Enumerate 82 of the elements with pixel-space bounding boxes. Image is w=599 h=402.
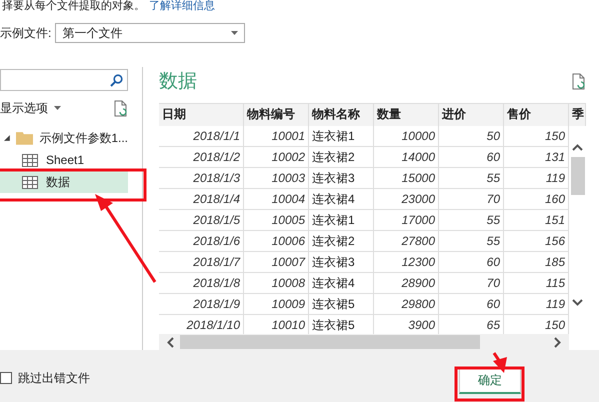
table-cell: 60 <box>439 294 504 314</box>
scroll-left-icon[interactable] <box>167 336 174 348</box>
table-cell: 连衣裙4 <box>309 189 374 209</box>
table-cell: 连衣裙2 <box>309 231 374 251</box>
table-cell: 10005 <box>244 210 309 230</box>
table-cell: 15000 <box>374 168 439 188</box>
table-cell: 2018/1/8 <box>159 273 244 293</box>
table-cell: 10002 <box>244 147 309 167</box>
ok-button[interactable]: 确定 <box>459 368 521 394</box>
column-header[interactable]: 物料名称 <box>309 104 374 126</box>
table-cell: 连衣裙5 <box>309 294 374 314</box>
folder-icon <box>16 131 34 145</box>
table-cell: 12300 <box>374 252 439 272</box>
column-header[interactable]: 日期 <box>159 104 244 126</box>
refresh-document-icon[interactable] <box>114 100 128 116</box>
refresh-document-icon[interactable] <box>572 72 586 90</box>
caret-icon <box>54 106 61 110</box>
table-cell: 23000 <box>374 189 439 209</box>
table-cell: 17000 <box>374 210 439 230</box>
table-cell: 连衣裙1 <box>309 210 374 230</box>
tree-table-item[interactable]: Sheet1 <box>0 149 128 171</box>
search-icon <box>110 74 123 86</box>
table-cell: 50 <box>439 126 504 146</box>
column-header[interactable]: 物料编号 <box>244 104 309 126</box>
scroll-thumb[interactable] <box>570 157 584 195</box>
caret-icon <box>231 31 238 35</box>
table-cell: 10004 <box>244 189 309 209</box>
table-cell: 10006 <box>244 231 309 251</box>
horizontal-scrollbar[interactable] <box>159 334 569 350</box>
scroll-right-icon[interactable] <box>554 336 561 348</box>
preview-title: 数据 <box>159 70 197 94</box>
table-cell: 10008 <box>244 273 309 293</box>
column-header[interactable]: 进价 <box>439 104 504 126</box>
table-cell: 连衣裙3 <box>309 252 374 272</box>
table-cell: 27800 <box>374 231 439 251</box>
table-cell: 2018/1/4 <box>159 189 244 209</box>
table-cell: 55 <box>439 168 504 188</box>
highlight-frame <box>454 366 524 402</box>
scroll-up-icon[interactable] <box>572 144 583 151</box>
sample-file-dropdown[interactable]: 第一个文件 <box>55 23 246 43</box>
table-cell: 2018/1/7 <box>159 252 244 272</box>
scroll-thumb[interactable] <box>180 335 480 349</box>
table-cell: 2018/1/3 <box>159 168 244 188</box>
tree-table-item[interactable]: 数据 <box>0 171 128 193</box>
table-cell: 60 <box>439 252 504 272</box>
table-cell: 70 <box>439 189 504 209</box>
table-cell: 连衣裙3 <box>309 168 374 188</box>
table-cell: 2018/1/6 <box>159 231 244 251</box>
table-cell: 10001 <box>244 126 309 146</box>
table-cell: 连衣裙1 <box>309 126 374 146</box>
table-cell: 2018/1/9 <box>159 294 244 314</box>
table-cell: 28900 <box>374 273 439 293</box>
display-options-menu[interactable]: 显示选项 <box>0 100 61 116</box>
table-cell: 10009 <box>244 294 309 314</box>
skip-errors-label: 跳过出错文件 <box>18 370 90 386</box>
table-cell: 29800 <box>374 294 439 314</box>
column-header[interactable]: 数量 <box>374 104 439 126</box>
table-cell: 10003 <box>244 168 309 188</box>
column-header[interactable]: 售价 <box>504 104 569 126</box>
skip-errors-checkbox[interactable] <box>0 372 12 384</box>
table-cell: 10007 <box>244 252 309 272</box>
sample-file-label: 示例文件: <box>0 24 52 42</box>
table-cell: 14000 <box>374 147 439 167</box>
expand-triangle-icon <box>4 135 10 141</box>
table-cell: 60 <box>439 147 504 167</box>
scroll-down-icon[interactable] <box>572 299 583 306</box>
learn-more-link[interactable]: 了解详细信息 <box>149 0 215 12</box>
table-cell: 2018/1/5 <box>159 210 244 230</box>
table-icon <box>22 176 38 188</box>
annotation-arrow <box>492 352 507 373</box>
table-cell: 连衣裙2 <box>309 147 374 167</box>
instruction-text: 择要从每个文件提取的对象。 <box>2 0 145 12</box>
table-cell: 2018/1/1 <box>159 126 244 146</box>
table-cell: 10000 <box>374 126 439 146</box>
tree-folder-item[interactable]: 示例文件参数1... <box>0 127 128 149</box>
table-cell: 连衣裙4 <box>309 273 374 293</box>
table-cell: 70 <box>439 273 504 293</box>
table-icon <box>22 154 38 166</box>
table-cell: 55 <box>439 231 504 251</box>
table-cell: 2018/1/2 <box>159 147 244 167</box>
search-field[interactable] <box>0 69 128 91</box>
table-cell: 55 <box>439 210 504 230</box>
